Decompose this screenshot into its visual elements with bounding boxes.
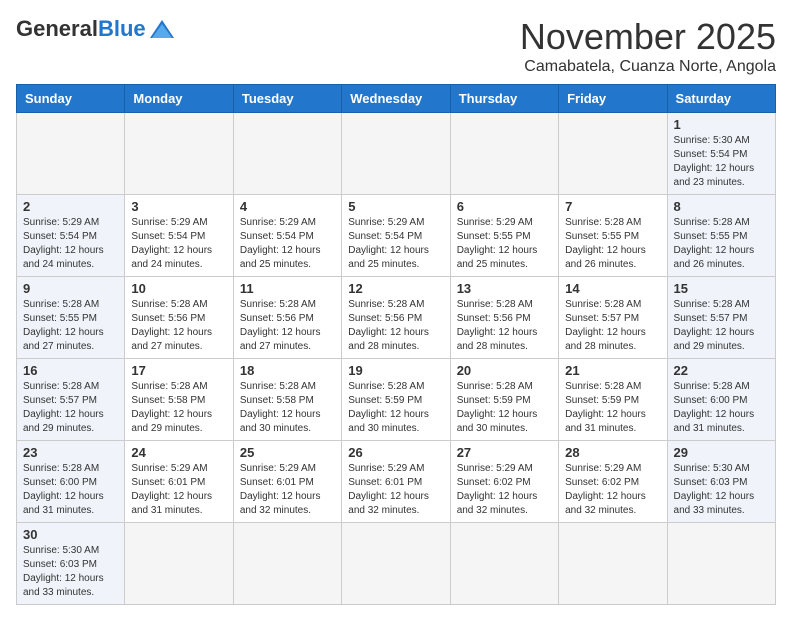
day-12: 12 Sunrise: 5:28 AM Sunset: 5:56 PM Dayl… (342, 277, 450, 359)
title-area: November 2025 Camabatela, Cuanza Norte, … (520, 16, 776, 76)
day-26: 26 Sunrise: 5:29 AM Sunset: 6:01 PM Dayl… (342, 441, 450, 523)
logo-icon (148, 18, 176, 40)
day-17: 17 Sunrise: 5:28 AM Sunset: 5:58 PM Dayl… (125, 359, 233, 441)
header-thursday: Thursday (450, 85, 558, 113)
location-subtitle: Camabatela, Cuanza Norte, Angola (520, 58, 776, 76)
day-27: 27 Sunrise: 5:29 AM Sunset: 6:02 PM Dayl… (450, 441, 558, 523)
day-22: 22 Sunrise: 5:28 AM Sunset: 6:00 PM Dayl… (667, 359, 775, 441)
day-7: 7 Sunrise: 5:28 AM Sunset: 5:55 PM Dayli… (559, 195, 667, 277)
header-wednesday: Wednesday (342, 85, 450, 113)
day-19: 19 Sunrise: 5:28 AM Sunset: 5:59 PM Dayl… (342, 359, 450, 441)
header-sunday: Sunday (17, 85, 125, 113)
week-row-1: 1 Sunrise: 5:30 AM Sunset: 5:54 PM Dayli… (17, 113, 776, 195)
empty-cell (450, 113, 558, 195)
empty-cell (559, 113, 667, 195)
empty-cell (559, 523, 667, 605)
day-18: 18 Sunrise: 5:28 AM Sunset: 5:58 PM Dayl… (233, 359, 341, 441)
logo-general-text: General (16, 16, 98, 42)
empty-cell (233, 113, 341, 195)
day-1: 1 Sunrise: 5:30 AM Sunset: 5:54 PM Dayli… (667, 113, 775, 195)
empty-cell (667, 523, 775, 605)
empty-cell (125, 523, 233, 605)
weekday-header-row: Sunday Monday Tuesday Wednesday Thursday… (17, 85, 776, 113)
month-title: November 2025 (520, 16, 776, 58)
day-16: 16 Sunrise: 5:28 AM Sunset: 5:57 PM Dayl… (17, 359, 125, 441)
header-monday: Monday (125, 85, 233, 113)
day-11: 11 Sunrise: 5:28 AM Sunset: 5:56 PM Dayl… (233, 277, 341, 359)
empty-cell (342, 113, 450, 195)
day-20: 20 Sunrise: 5:28 AM Sunset: 5:59 PM Dayl… (450, 359, 558, 441)
day-8: 8 Sunrise: 5:28 AM Sunset: 5:55 PM Dayli… (667, 195, 775, 277)
week-row-5: 23 Sunrise: 5:28 AM Sunset: 6:00 PM Dayl… (17, 441, 776, 523)
header-tuesday: Tuesday (233, 85, 341, 113)
empty-cell (17, 113, 125, 195)
day-10: 10 Sunrise: 5:28 AM Sunset: 5:56 PM Dayl… (125, 277, 233, 359)
day-3: 3 Sunrise: 5:29 AM Sunset: 5:54 PM Dayli… (125, 195, 233, 277)
day-5: 5 Sunrise: 5:29 AM Sunset: 5:54 PM Dayli… (342, 195, 450, 277)
empty-cell (125, 113, 233, 195)
day-4: 4 Sunrise: 5:29 AM Sunset: 5:54 PM Dayli… (233, 195, 341, 277)
header-friday: Friday (559, 85, 667, 113)
day-15: 15 Sunrise: 5:28 AM Sunset: 5:57 PM Dayl… (667, 277, 775, 359)
day-25: 25 Sunrise: 5:29 AM Sunset: 6:01 PM Dayl… (233, 441, 341, 523)
empty-cell (233, 523, 341, 605)
day-21: 21 Sunrise: 5:28 AM Sunset: 5:59 PM Dayl… (559, 359, 667, 441)
logo-blue-text: Blue (98, 16, 146, 42)
day-24: 24 Sunrise: 5:29 AM Sunset: 6:01 PM Dayl… (125, 441, 233, 523)
day-13: 13 Sunrise: 5:28 AM Sunset: 5:56 PM Dayl… (450, 277, 558, 359)
day-2: 2 Sunrise: 5:29 AM Sunset: 5:54 PM Dayli… (17, 195, 125, 277)
day-6: 6 Sunrise: 5:29 AM Sunset: 5:55 PM Dayli… (450, 195, 558, 277)
day-23: 23 Sunrise: 5:28 AM Sunset: 6:00 PM Dayl… (17, 441, 125, 523)
calendar-table: Sunday Monday Tuesday Wednesday Thursday… (16, 84, 776, 605)
day-14: 14 Sunrise: 5:28 AM Sunset: 5:57 PM Dayl… (559, 277, 667, 359)
empty-cell (342, 523, 450, 605)
week-row-3: 9 Sunrise: 5:28 AM Sunset: 5:55 PM Dayli… (17, 277, 776, 359)
day-29: 29 Sunrise: 5:30 AM Sunset: 6:03 PM Dayl… (667, 441, 775, 523)
day-9: 9 Sunrise: 5:28 AM Sunset: 5:55 PM Dayli… (17, 277, 125, 359)
logo: General Blue (16, 16, 176, 42)
week-row-6: 30 Sunrise: 5:30 AM Sunset: 6:03 PM Dayl… (17, 523, 776, 605)
week-row-4: 16 Sunrise: 5:28 AM Sunset: 5:57 PM Dayl… (17, 359, 776, 441)
page-header: General Blue November 2025 Camabatela, C… (16, 16, 776, 76)
header-saturday: Saturday (667, 85, 775, 113)
day-30: 30 Sunrise: 5:30 AM Sunset: 6:03 PM Dayl… (17, 523, 125, 605)
day-28: 28 Sunrise: 5:29 AM Sunset: 6:02 PM Dayl… (559, 441, 667, 523)
empty-cell (450, 523, 558, 605)
week-row-2: 2 Sunrise: 5:29 AM Sunset: 5:54 PM Dayli… (17, 195, 776, 277)
